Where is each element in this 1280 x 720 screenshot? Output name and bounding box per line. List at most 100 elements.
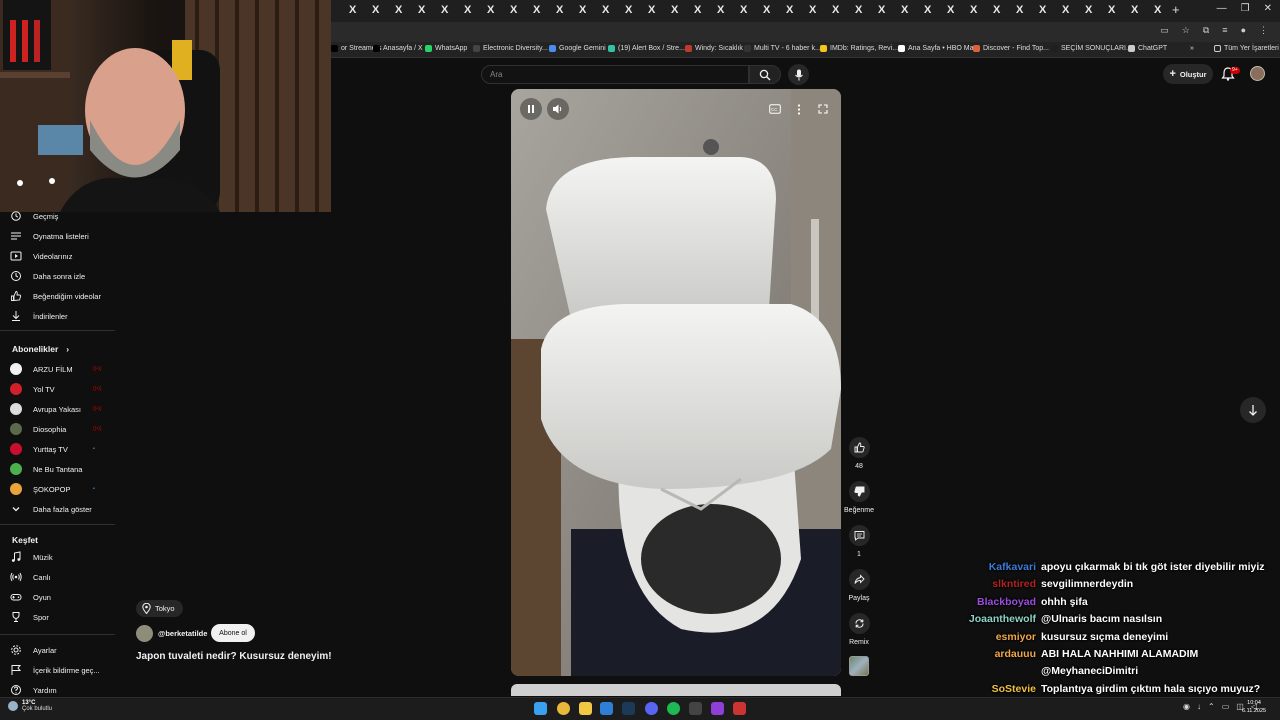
tab-close-icon[interactable]: X: [1108, 4, 1115, 16]
tab-close-icon[interactable]: X: [1039, 4, 1046, 16]
tray-person-icon[interactable]: ◉: [1183, 702, 1190, 711]
sidebar-item-watch-later[interactable]: Daha sonra izle: [10, 269, 85, 283]
pause-button[interactable]: [520, 98, 542, 120]
tab-close-icon[interactable]: X: [671, 4, 678, 16]
like-button[interactable]: [848, 437, 870, 458]
tab-close-icon[interactable]: X: [395, 4, 402, 16]
all-bookmarks-button[interactable]: Tüm Yer İşaretleri: [1214, 45, 1279, 52]
tab-close-icon[interactable]: X: [970, 4, 977, 16]
tab-close-icon[interactable]: X: [740, 4, 747, 16]
tray-chevron-icon[interactable]: ⌃: [1208, 702, 1215, 711]
tab-close-icon[interactable]: X: [372, 4, 379, 16]
tab-close-icon[interactable]: X: [349, 4, 356, 16]
bookmark-item[interactable]: Electronic Diversity...: [473, 45, 548, 52]
subscriptions-heading[interactable]: Abonelikler ›: [12, 344, 69, 354]
bookmark-item[interactable]: Ana Sayfa • HBO Max: [898, 45, 977, 52]
search-button[interactable]: [749, 65, 781, 84]
sidebar-subscription-item[interactable]: ŞOKOPOP: [10, 482, 71, 496]
account-avatar[interactable]: [1250, 66, 1265, 81]
app-icon[interactable]: [733, 702, 746, 715]
more-options-button[interactable]: [788, 98, 810, 120]
voice-search-button[interactable]: [788, 64, 809, 85]
show-more-button[interactable]: Daha fazla göster: [10, 502, 92, 516]
bookmark-item[interactable]: ChatGPT: [1128, 45, 1167, 52]
close-window-icon[interactable]: ✕: [1264, 3, 1272, 14]
tab-close-icon[interactable]: X: [487, 4, 494, 16]
steam-icon[interactable]: [622, 702, 635, 715]
create-button[interactable]: + Oluştur: [1163, 64, 1213, 84]
dislike-action[interactable]: Beğenme: [844, 481, 874, 514]
new-tab-button[interactable]: +: [1172, 2, 1180, 17]
bookmarks-overflow-button[interactable]: »: [1190, 45, 1194, 52]
sidebar-item-history[interactable]: Geçmiş: [10, 209, 58, 223]
comments-button[interactable]: [848, 525, 870, 546]
discord-icon[interactable]: [645, 702, 658, 715]
bookmark-item[interactable]: (19) Alert Box / Stre...: [608, 45, 685, 52]
next-video-button[interactable]: [1240, 397, 1266, 423]
bookmark-item[interactable]: SEÇİM SONUÇLARI...: [1051, 45, 1132, 52]
tab-close-icon[interactable]: X: [947, 4, 954, 16]
sidebar-subscription-item[interactable]: Diosophia: [10, 422, 66, 436]
minimize-icon[interactable]: —: [1217, 3, 1227, 14]
tab-close-icon[interactable]: X: [1154, 4, 1161, 16]
tab-close-icon[interactable]: X: [556, 4, 563, 16]
tab-close-icon[interactable]: X: [901, 4, 908, 16]
tab-close-icon[interactable]: X: [809, 4, 816, 16]
tab-close-icon[interactable]: X: [602, 4, 609, 16]
bookmark-item[interactable]: IMDb: Ratings, Revi...: [820, 45, 898, 52]
tab-close-icon[interactable]: X: [1016, 4, 1023, 16]
arrow-down-tray-icon[interactable]: ↓: [1197, 702, 1201, 711]
tab-close-icon[interactable]: X: [924, 4, 931, 16]
obs-icon[interactable]: [711, 702, 724, 715]
tab-close-icon[interactable]: X: [579, 4, 586, 16]
restore-icon[interactable]: ❐: [1241, 3, 1250, 14]
sidebar-subscription-item[interactable]: Avrupa Yakası: [10, 402, 81, 416]
bookmark-item[interactable]: Discover - Find Top...: [973, 45, 1049, 52]
fullscreen-button[interactable]: [812, 98, 834, 120]
tab-close-icon[interactable]: X: [832, 4, 839, 16]
profile-icon[interactable]: ●: [1241, 25, 1246, 36]
vscode-icon[interactable]: [689, 702, 702, 715]
chrome-icon[interactable]: [557, 702, 570, 715]
bookmark-item[interactable]: Windy: Sıcaklık: [685, 45, 743, 52]
tab-close-icon[interactable]: X: [993, 4, 1000, 16]
sidebar-subscription-item[interactable]: Yurttaş TV: [10, 442, 68, 456]
sidebar-item-playlist[interactable]: Oynatma listeleri: [10, 229, 89, 243]
tab-close-icon[interactable]: X: [717, 4, 724, 16]
search-box[interactable]: Ara: [481, 65, 749, 84]
tab-close-icon[interactable]: X: [648, 4, 655, 16]
tab-close-icon[interactable]: X: [533, 4, 540, 16]
tab-close-icon[interactable]: X: [878, 4, 885, 16]
tab-close-icon[interactable]: X: [625, 4, 632, 16]
sidebar-item-liked[interactable]: Beğendiğim videolar: [10, 289, 101, 303]
tab-close-icon[interactable]: X: [763, 4, 770, 16]
sidebar-subscription-item[interactable]: Ne Bu Tantana: [10, 462, 82, 476]
comments-action[interactable]: 1: [844, 525, 874, 558]
search-input[interactable]: Ara: [490, 70, 502, 79]
spotify-icon[interactable]: [667, 702, 680, 715]
cast-icon[interactable]: ▭: [1160, 25, 1169, 36]
tab-close-icon[interactable]: X: [441, 4, 448, 16]
sidebar-item-download[interactable]: İndirilenler: [10, 309, 68, 323]
weather-widget[interactable]: 13°C Çok bulutlu: [8, 700, 52, 712]
captions-button[interactable]: CC: [764, 98, 786, 120]
sidebar-subscription-item[interactable]: ARZU FİLM: [10, 362, 73, 376]
like-action[interactable]: 48: [844, 437, 874, 470]
tab-close-icon[interactable]: X: [1131, 4, 1138, 16]
bookmark-star-icon[interactable]: ☆: [1182, 25, 1190, 36]
monitor-icon[interactable]: ▭: [1222, 702, 1230, 711]
menu-icon[interactable]: ⋮: [1259, 25, 1268, 36]
bookmark-item[interactable]: Multi TV - 6 haber k...: [744, 45, 821, 52]
photoshop-icon[interactable]: [600, 702, 613, 715]
sidebar-subscription-item[interactable]: Yol TV: [10, 382, 55, 396]
dislike-button[interactable]: [848, 481, 870, 502]
tab-close-icon[interactable]: X: [464, 4, 471, 16]
sidebar-item-your-videos[interactable]: Videolarınız: [10, 249, 72, 263]
volume-button[interactable]: [547, 98, 569, 120]
tab-close-icon[interactable]: X: [418, 4, 425, 16]
tab-close-icon[interactable]: X: [855, 4, 862, 16]
tab-close-icon[interactable]: X: [786, 4, 793, 16]
bookmark-item[interactable]: Google Gemini: [549, 45, 606, 52]
extensions-icon[interactable]: ⧉: [1203, 25, 1209, 36]
bookmark-item[interactable]: Anasayfa / X: [373, 45, 423, 52]
